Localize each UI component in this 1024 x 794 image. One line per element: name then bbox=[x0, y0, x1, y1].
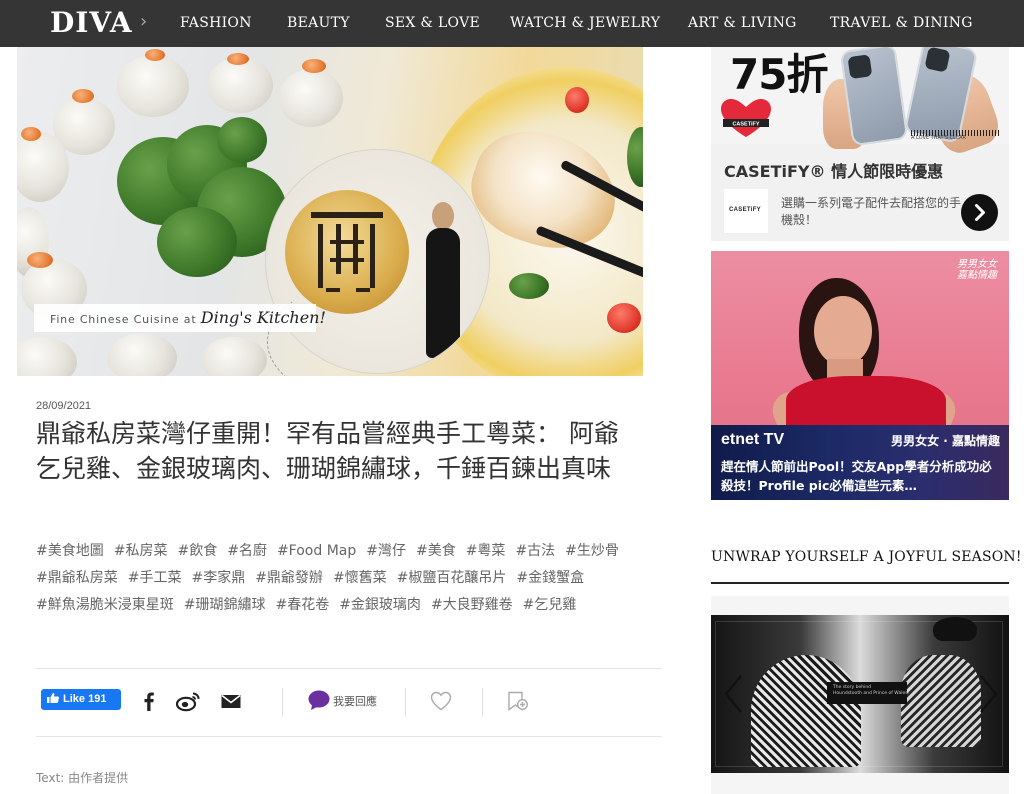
nav-item-watch-jewelry[interactable]: WATCH & JEWELRY bbox=[510, 15, 660, 31]
nav-item-fashion[interactable]: FASHION bbox=[180, 15, 252, 31]
hero-tagline: Fine Chinese Cuisine at Ding's Kitchen! bbox=[34, 304, 326, 332]
hero-tagline-script: Ding's Kitchen! bbox=[200, 308, 326, 327]
tag-link[interactable]: #鮮魚湯脆米浸東星斑 bbox=[36, 592, 174, 619]
reply-button[interactable]: 我要回應 bbox=[308, 690, 377, 712]
facebook-like-button[interactable]: Like 191 bbox=[41, 689, 121, 710]
nav-item-travel-dining[interactable]: TRAVEL & DINING bbox=[830, 15, 973, 31]
section-divider bbox=[711, 582, 1009, 584]
tag-link[interactable]: #私房菜 bbox=[114, 538, 168, 565]
divider-vertical bbox=[282, 688, 283, 716]
thumbs-up-icon bbox=[47, 693, 59, 703]
divider-bottom bbox=[36, 736, 662, 737]
tag-link[interactable]: #李家鼎 bbox=[191, 565, 245, 592]
show-corner-logo: 男男女女 嘉點情趣 bbox=[957, 259, 997, 281]
like-count: 191 bbox=[88, 693, 107, 705]
heart-icon[interactable] bbox=[430, 690, 452, 712]
casetify-ad-banner: 75折 CASETiFY A LOVE THAT'S CLEAR bbox=[711, 47, 1009, 158]
casetify-brand-text: CASETiFY bbox=[729, 207, 761, 213]
tag-link[interactable]: #金銀玻璃肉 bbox=[339, 592, 421, 619]
tag-list: #美食地圖 #私房菜 #飲食 #名廚 #Food Map #灣仔 #美食 #粵菜 #古法 #生炒骨… bbox=[36, 538, 656, 619]
corner-logo-line2: 嘉點情趣 bbox=[957, 270, 997, 281]
etnet-show-name: 男男女女 · 嘉點情趣 bbox=[891, 434, 1000, 448]
tag-link[interactable]: #鼎爺發辦 bbox=[255, 565, 323, 592]
diva-logo[interactable]: DIVA bbox=[50, 6, 133, 39]
weibo-icon[interactable] bbox=[176, 690, 202, 712]
ad-next-button[interactable] bbox=[961, 194, 998, 231]
bookmark-add-icon[interactable] bbox=[506, 690, 528, 712]
carousel-prev-arrow-icon[interactable] bbox=[721, 673, 745, 715]
hero-image: Fine Chinese Cuisine at Ding's Kitchen! bbox=[17, 47, 643, 376]
nav-item-sex-love[interactable]: SEX & LOVE bbox=[385, 15, 480, 31]
casetify-ad[interactable]: 75折 CASETiFY A LOVE THAT'S CLEAR CASETiF… bbox=[711, 47, 1009, 241]
tag-link[interactable]: #金錢蟹盒 bbox=[516, 565, 584, 592]
tag-link[interactable]: #名廚 bbox=[227, 538, 267, 565]
article-title: 鼎爺私房菜灣仔重開！罕有品嘗經典手工粵菜： 阿爺乞兒雞、金銀玻璃肉、珊瑚錦繡球，… bbox=[36, 419, 619, 483]
nav-item-art-living[interactable]: ART & LIVING bbox=[688, 15, 797, 31]
tag-link[interactable]: #懷舊菜 bbox=[333, 565, 387, 592]
tag-link[interactable]: #Food Map bbox=[277, 538, 356, 565]
tag-link[interactable]: #生炒骨 bbox=[565, 538, 619, 565]
casetify-heart-badge: CASETiFY bbox=[721, 99, 771, 137]
etnet-tv-logo: etnet TV bbox=[721, 431, 785, 448]
tag-link[interactable]: #乞兒雞 bbox=[523, 592, 577, 619]
tag-link[interactable]: #美食地圖 bbox=[36, 538, 104, 565]
tag-link[interactable]: #春花卷 bbox=[275, 592, 329, 619]
article-date: 28/09/2021 bbox=[36, 400, 92, 412]
corner-logo-line1: 男男女女 bbox=[957, 259, 997, 270]
ad-discount-headline: 75折 bbox=[730, 50, 828, 99]
tag-link[interactable]: #灣仔 bbox=[366, 538, 406, 565]
top-navbar: DIVA › FASHION BEAUTY SEX & LOVE WATCH &… bbox=[0, 0, 1024, 47]
tag-link[interactable]: #飲食 bbox=[177, 538, 217, 565]
tag-link[interactable]: #珊瑚錦繡球 bbox=[184, 592, 266, 619]
tag-link[interactable]: #美食 bbox=[416, 538, 456, 565]
heart-badge-text: CASETiFY bbox=[732, 122, 759, 128]
promo-slide-image[interactable]: The story behind Houndstooth and Prince … bbox=[711, 615, 1009, 773]
barcode-text: A LOVE THAT'S CLEAR bbox=[911, 135, 967, 141]
hero-tagline-prefix: Fine Chinese Cuisine at bbox=[50, 313, 197, 326]
tag-link[interactable]: #椒鹽百花釀吊片 bbox=[397, 565, 507, 592]
nav-chevron-right-icon[interactable]: › bbox=[140, 11, 147, 32]
etnet-ad-headline[interactable]: 趕在情人節前出Pool！交友App學者分析成功必殺技！Profile pic必備… bbox=[721, 457, 1003, 495]
etnet-tv-ad[interactable]: 男男女女 嘉點情趣 etnet TV 男男女女 · 嘉點情趣 趕在情人節前出Po… bbox=[711, 251, 1009, 500]
promo-slide-label: The story behind Houndstooth and Prince … bbox=[827, 682, 910, 704]
tag-link[interactable]: #大良野雞卷 bbox=[431, 592, 513, 619]
email-icon[interactable] bbox=[220, 690, 242, 712]
etnet-ad-band: etnet TV 男男女女 · 嘉點情趣 趕在情人節前出Pool！交友App學者… bbox=[711, 425, 1009, 500]
text-credit: Text: 由作者提供 bbox=[36, 771, 129, 785]
sidebar-section-title: UNWRAP YOURSELF A JOYFUL SEASON! bbox=[711, 549, 1022, 565]
promo-label-line2: Houndstooth and Prince of Wales! bbox=[833, 691, 910, 696]
comment-bubble-icon bbox=[308, 690, 330, 710]
chevron-right-icon bbox=[975, 204, 985, 221]
tag-link[interactable]: #手工菜 bbox=[128, 565, 182, 592]
tag-link[interactable]: #鼎爺私房菜 bbox=[36, 565, 118, 592]
tag-link[interactable]: #古法 bbox=[515, 538, 555, 565]
divider-vertical bbox=[482, 688, 483, 716]
promo-carousel[interactable]: The story behind Houndstooth and Prince … bbox=[711, 596, 1009, 794]
casetify-ad-subtitle: 選購一系列電子配件去配搭您的手機殼！ bbox=[781, 196, 962, 227]
like-label: Like bbox=[63, 693, 86, 705]
tag-link[interactable]: #粵菜 bbox=[466, 538, 506, 565]
facebook-icon[interactable] bbox=[138, 690, 160, 712]
casetify-brand-logo: CASETiFY bbox=[724, 189, 768, 233]
reply-label: 我要回應 bbox=[333, 695, 377, 708]
divider-vertical bbox=[405, 688, 406, 716]
carousel-next-arrow-icon[interactable] bbox=[977, 673, 1001, 715]
casetify-ad-title[interactable]: CASETiFY® 情人節限時優惠 bbox=[724, 158, 943, 182]
nav-item-beauty[interactable]: BEAUTY bbox=[287, 15, 350, 31]
divider-top bbox=[36, 668, 662, 669]
